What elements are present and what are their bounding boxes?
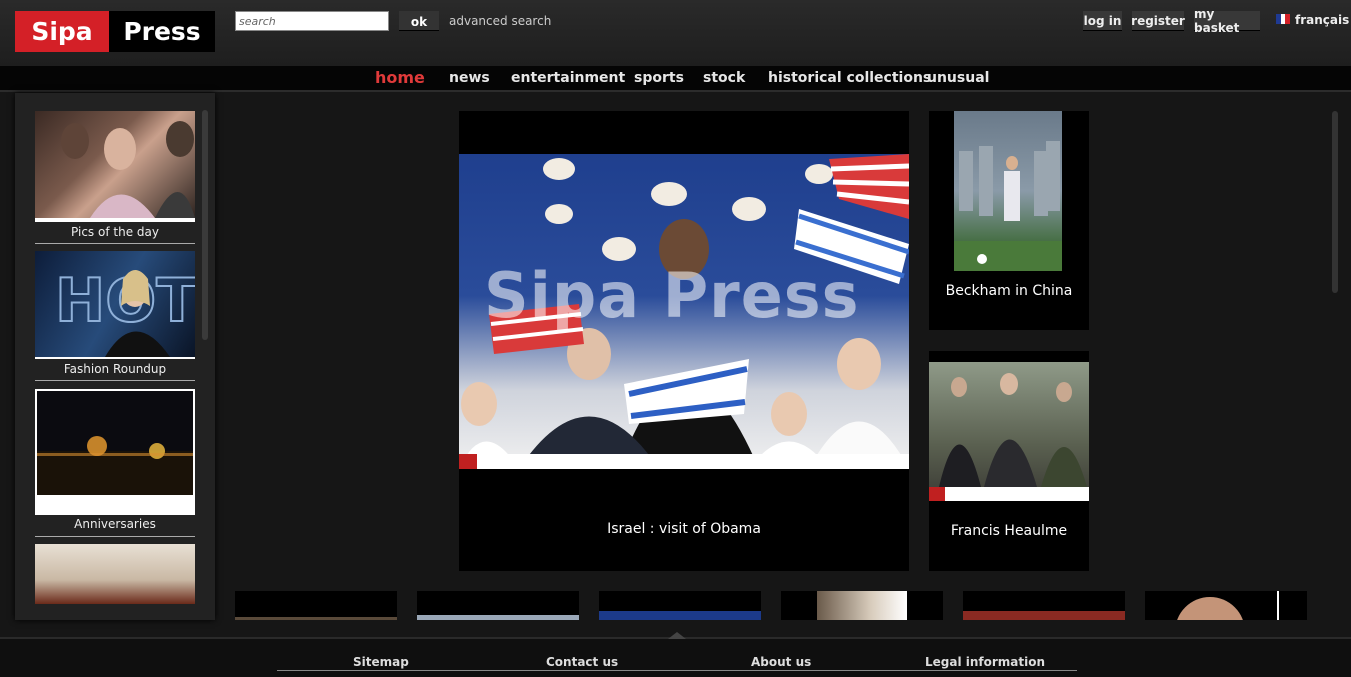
sidebar-caption[interactable]: Anniversaries (35, 517, 195, 531)
nav-sports[interactable]: sports (634, 70, 684, 86)
bottom-thumb[interactable] (781, 591, 943, 620)
police-escort-photo (929, 373, 1089, 501)
sidebar-thumb-pics-of-the-day[interactable] (35, 111, 195, 222)
bottom-thumb[interactable] (417, 591, 579, 620)
sidebar-divider (35, 536, 195, 537)
advanced-search-link[interactable]: advanced search (449, 14, 551, 28)
story-card-beckham[interactable]: Beckham in China (929, 111, 1089, 330)
watermark-text: Sipa Press (484, 259, 860, 332)
bottom-thumb[interactable] (599, 591, 761, 620)
logo-press: Press (109, 11, 215, 52)
sidebar-divider (35, 380, 195, 381)
beckham-photo[interactable] (954, 111, 1062, 271)
card-caption[interactable]: Francis Heaulme (929, 523, 1089, 539)
sidebar-scrollbar[interactable] (202, 110, 208, 340)
sidebar-thumb-fashion-roundup[interactable]: HOT (35, 251, 195, 359)
sidebar-thumb-anniversaries[interactable] (35, 389, 195, 515)
footer-about-link[interactable]: About us (751, 655, 811, 669)
sidebar-caption[interactable]: Fashion Roundup (35, 362, 195, 376)
bottom-thumb[interactable] (963, 591, 1125, 620)
register-button[interactable]: register (1131, 11, 1185, 31)
nav-historical-collections[interactable]: historical collections (768, 70, 931, 86)
nav-stock[interactable]: stock (703, 70, 745, 86)
search-ok-button[interactable]: ok (399, 11, 439, 31)
heaulme-photo[interactable] (929, 362, 1089, 501)
site-footer: Sitemap Contact us About us Legal inform… (0, 632, 1351, 677)
nav-news[interactable]: news (449, 70, 490, 86)
featured-story[interactable]: Sipa Press Israel : visit of Obama (459, 111, 909, 571)
site-header: Sipa Press ok advanced search log in reg… (0, 0, 1351, 66)
sidebar-divider (35, 243, 195, 244)
crowd-photo (61, 121, 195, 218)
footer-divider (277, 670, 1077, 671)
footer-contact-link[interactable]: Contact us (546, 655, 618, 669)
search-input[interactable] (235, 11, 389, 31)
french-flag-icon[interactable] (1276, 14, 1291, 24)
night-fire-photo (37, 391, 193, 495)
footer-sitemap-link[interactable]: Sitemap (353, 655, 409, 669)
featured-photo[interactable]: Sipa Press (459, 154, 909, 469)
bottom-thumb[interactable] (235, 591, 397, 620)
sidebar-caption[interactable]: Pics of the day (35, 225, 195, 239)
card-caption[interactable]: Beckham in China (929, 283, 1089, 299)
main-scrollbar[interactable] (1332, 111, 1338, 293)
soccer-crowd-photo (954, 141, 1062, 271)
sipa-press-logo[interactable]: Sipa Press (15, 11, 215, 52)
nav-entertainment[interactable]: entertainment (511, 70, 625, 86)
logo-sipa: Sipa (15, 11, 109, 52)
footer-toggle-arrow-icon[interactable] (668, 632, 686, 639)
main-nav: home news entertainment sports stock his… (0, 66, 1351, 92)
featured-caption[interactable]: Israel : visit of Obama (459, 521, 909, 537)
nav-unusual[interactable]: unusual (927, 70, 989, 86)
login-button[interactable]: log in (1083, 11, 1122, 31)
story-card-heaulme[interactable]: Francis Heaulme (929, 351, 1089, 571)
nav-home[interactable]: home (375, 68, 425, 87)
language-link[interactable]: français (1295, 13, 1349, 27)
fashion-photo: HOT (54, 265, 195, 357)
basket-button[interactable]: my basket (1194, 7, 1260, 35)
bottom-thumb[interactable] (1145, 591, 1307, 620)
sidebar-thumb-partial[interactable] (35, 544, 195, 604)
footer-legal-link[interactable]: Legal information (925, 655, 1045, 669)
